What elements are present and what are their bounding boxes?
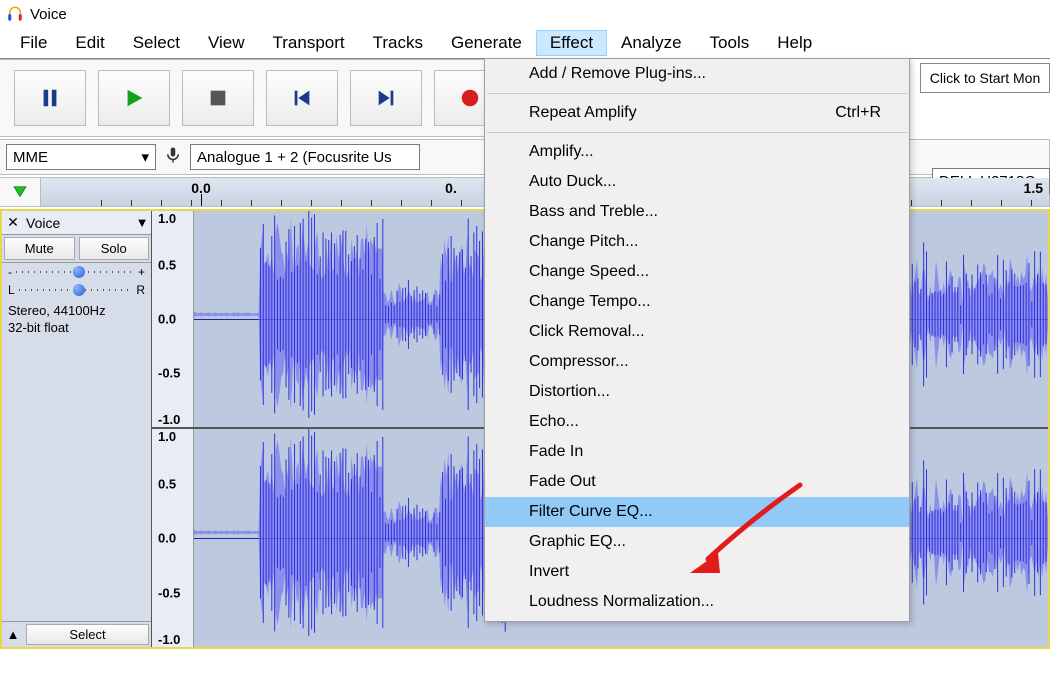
effect-item-filter-curve-eq[interactable]: Filter Curve EQ... — [485, 497, 909, 527]
menu-bar: FileEditSelectViewTransportTracksGenerat… — [0, 28, 1050, 58]
effect-item-change-pitch[interactable]: Change Pitch... — [485, 227, 909, 257]
menu-edit[interactable]: Edit — [61, 30, 118, 56]
track-control-panel: ✕ Voice ▼ Mute Solo - + L R — [2, 211, 152, 647]
menu-effect[interactable]: Effect — [536, 30, 607, 56]
ruler-tick: 1.5 — [1024, 180, 1043, 196]
effect-menu-dropdown: Add / Remove Plug-ins... Repeat AmplifyCt… — [484, 58, 910, 622]
record-meter-hint[interactable]: Click to Start Mon — [920, 63, 1050, 93]
play-button[interactable] — [98, 70, 170, 126]
menu-file[interactable]: File — [6, 30, 61, 56]
track-collapse-button[interactable]: ▲ — [2, 627, 24, 642]
effect-item-invert[interactable]: Invert — [485, 557, 909, 587]
effect-item-click-removal[interactable]: Click Removal... — [485, 317, 909, 347]
window-title: Voice — [30, 6, 67, 23]
input-device-combo[interactable]: Analogue 1 + 2 (Focusrite Us — [190, 144, 420, 170]
track-menu-caret-icon[interactable]: ▼ — [133, 215, 151, 230]
microphone-icon — [164, 146, 182, 168]
effect-item-fade-in[interactable]: Fade In — [485, 437, 909, 467]
pause-button[interactable] — [14, 70, 86, 126]
menu-help[interactable]: Help — [763, 30, 826, 56]
effect-item-fade-out[interactable]: Fade Out — [485, 467, 909, 497]
menu-view[interactable]: View — [194, 30, 259, 56]
menu-tracks[interactable]: Tracks — [359, 30, 437, 56]
gain-slider[interactable]: - + — [2, 263, 151, 281]
track-close-button[interactable]: ✕ — [2, 214, 24, 231]
skip-end-button[interactable] — [350, 70, 422, 126]
effect-item-bass-and-treble[interactable]: Bass and Treble... — [485, 197, 909, 227]
audacity-logo-icon — [6, 5, 24, 23]
effect-item-echo[interactable]: Echo... — [485, 407, 909, 437]
effect-item-graphic-eq[interactable]: Graphic EQ... — [485, 527, 909, 557]
ruler-tick: 0. — [445, 180, 457, 196]
stop-button[interactable] — [182, 70, 254, 126]
effect-item-add-remove-plug-ins[interactable]: Add / Remove Plug-ins... — [485, 59, 909, 89]
mute-button[interactable]: Mute — [4, 237, 75, 260]
effect-item-repeat-amplify[interactable]: Repeat AmplifyCtrl+R — [485, 98, 909, 128]
amplitude-scale: 1.00.50.0-0.5-1.0 — [152, 211, 194, 427]
audio-host-combo[interactable]: MME▾ — [6, 144, 156, 170]
effect-item-distortion[interactable]: Distortion... — [485, 377, 909, 407]
track-name[interactable]: Voice — [24, 215, 133, 231]
effect-item-compressor[interactable]: Compressor... — [485, 347, 909, 377]
amplitude-scale: 1.00.50.0-0.5-1.0 — [152, 429, 194, 647]
title-bar: Voice — [0, 0, 1050, 28]
menu-transport[interactable]: Transport — [259, 30, 359, 56]
skip-start-button[interactable] — [266, 70, 338, 126]
menu-select[interactable]: Select — [119, 30, 194, 56]
track-select-button[interactable]: Select — [26, 624, 149, 645]
effect-item-change-speed[interactable]: Change Speed... — [485, 257, 909, 287]
effect-item-change-tempo[interactable]: Change Tempo... — [485, 287, 909, 317]
track-format-label: Stereo, 44100Hz 32-bit float — [2, 299, 151, 341]
effect-item-amplify[interactable]: Amplify... — [485, 137, 909, 167]
chevron-down-icon: ▾ — [141, 148, 149, 166]
effect-item-loudness-normalization[interactable]: Loudness Normalization... — [485, 587, 909, 617]
pinned-play-head-toggle[interactable] — [0, 183, 40, 201]
menu-tools[interactable]: Tools — [696, 30, 764, 56]
effect-item-auto-duck[interactable]: Auto Duck... — [485, 167, 909, 197]
solo-button[interactable]: Solo — [79, 237, 150, 260]
pan-slider[interactable]: L R — [2, 281, 151, 299]
menu-analyze[interactable]: Analyze — [607, 30, 695, 56]
menu-separator — [487, 93, 907, 94]
menu-generate[interactable]: Generate — [437, 30, 536, 56]
menu-separator — [487, 132, 907, 133]
